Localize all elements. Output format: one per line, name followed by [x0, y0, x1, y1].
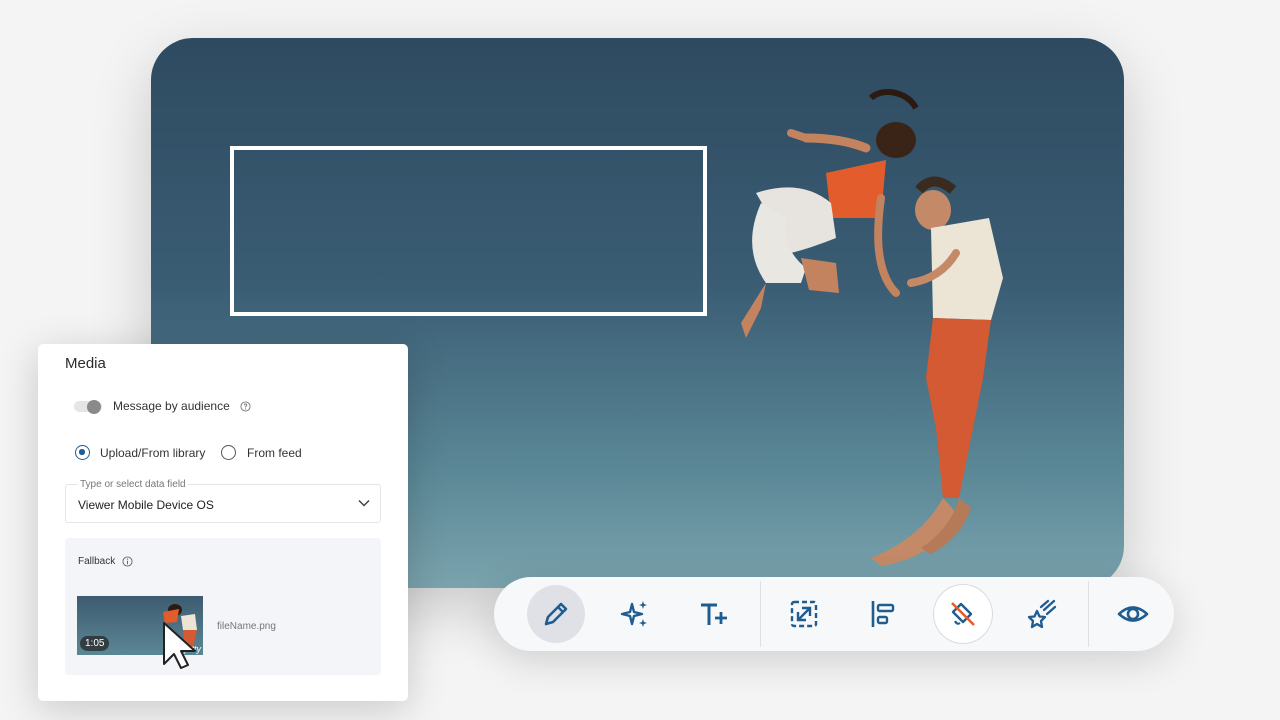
sparkles-icon	[620, 601, 647, 627]
radio-feed[interactable]	[221, 445, 236, 460]
select-value: Viewer Mobile Device OS	[78, 498, 214, 512]
media-panel: Media Message by audience Upload/From li…	[38, 344, 408, 701]
pencil-icon	[544, 602, 568, 626]
info-icon[interactable]	[122, 556, 133, 567]
pencil-button[interactable]	[527, 585, 585, 643]
data-field-select[interactable]: Type or select data field Viewer Mobile …	[65, 479, 381, 523]
remove-style-button[interactable]	[934, 585, 992, 643]
editor-toolbar	[494, 577, 1174, 651]
align-left-icon	[871, 601, 895, 627]
dancers-photo	[741, 89, 1003, 566]
radio-feed-label: From feed	[247, 446, 302, 460]
eye-icon	[1117, 606, 1149, 622]
fallback-section: Fallback 1:05 getty fileName.png	[65, 538, 381, 675]
no-style-icon	[951, 602, 975, 626]
align-button[interactable]	[854, 585, 912, 643]
resize-button[interactable]	[775, 585, 833, 643]
file-name: fileName.png	[217, 621, 276, 632]
toolbar-divider	[760, 581, 761, 647]
cursor-icon	[163, 622, 196, 669]
radio-upload[interactable]	[75, 445, 90, 460]
select-hint: Type or select data field	[78, 479, 188, 490]
ai-sparkles-button[interactable]	[606, 585, 664, 643]
text-plus-icon	[701, 603, 727, 625]
toolbar-divider	[1088, 581, 1089, 647]
text-placeholder-frame[interactable]	[230, 146, 707, 316]
help-icon[interactable]	[240, 401, 251, 412]
radio-upload-label: Upload/From library	[100, 446, 206, 460]
video-duration: 1:05	[80, 636, 110, 651]
resize-icon	[790, 600, 818, 628]
toggle-knob[interactable]	[87, 400, 101, 414]
shooting-star-icon	[1027, 599, 1057, 629]
toggle-label: Message by audience	[113, 399, 230, 413]
preview-button[interactable]	[1104, 585, 1162, 643]
fallback-label: Fallback	[78, 556, 116, 567]
effects-button[interactable]	[1013, 585, 1071, 643]
add-text-button[interactable]	[685, 585, 743, 643]
panel-title: Media	[65, 355, 106, 372]
chevron-down-icon[interactable]	[358, 499, 370, 507]
